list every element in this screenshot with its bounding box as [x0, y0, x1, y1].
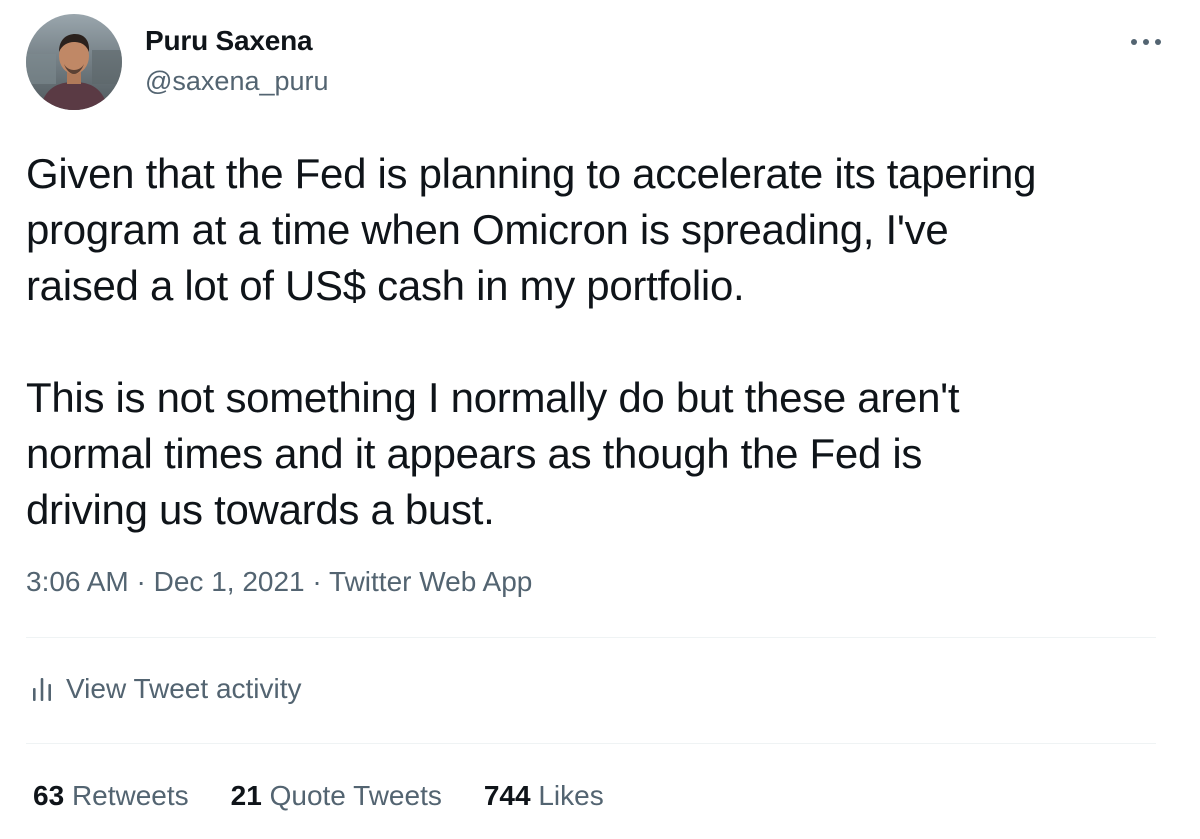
tweet-text-line: program at a time when Omicron is spread…: [26, 206, 949, 253]
tweet-time: 3:06 AM: [26, 566, 129, 597]
author-handle[interactable]: @saxena_puru: [145, 66, 329, 97]
tweet-detail: Puru Saxena @saxena_puru Given that the …: [0, 0, 1200, 839]
avatar[interactable]: [26, 14, 122, 110]
divider: [26, 637, 1156, 638]
divider: [26, 743, 1156, 744]
more-horizontal-icon: [1130, 38, 1162, 46]
tweet-source-link[interactable]: Twitter Web App: [329, 566, 532, 597]
retweets-stat[interactable]: 63 Retweets: [33, 780, 189, 812]
likes-stat[interactable]: 744 Likes: [484, 780, 604, 812]
engagement-stats: 63 Retweets 21 Quote Tweets 744 Likes: [33, 780, 604, 812]
tweet-time-link[interactable]: 3:06 AM · Dec 1, 2021: [26, 566, 305, 597]
quote-tweets-stat[interactable]: 21 Quote Tweets: [231, 780, 442, 812]
author-display-name[interactable]: Puru Saxena: [145, 25, 313, 57]
quote-tweets-label: Quote Tweets: [269, 780, 442, 811]
meta-separator: ·: [128, 566, 154, 597]
profile-photo-icon: [26, 14, 122, 110]
more-options-button[interactable]: [1124, 22, 1168, 62]
tweet-date: Dec 1, 2021: [153, 566, 305, 597]
tweet-text: Given that the Fed is planning to accele…: [26, 146, 1176, 538]
view-tweet-activity-link[interactable]: View Tweet activity: [32, 673, 302, 705]
meta-separator: ·: [304, 566, 330, 597]
view-tweet-activity-label: View Tweet activity: [66, 673, 302, 704]
retweets-count: 63: [33, 780, 65, 811]
tweet-text-line: raised a lot of US$ cash in my portfolio…: [26, 262, 745, 309]
tweet-text-line: This is not something I normally do but …: [26, 374, 960, 421]
retweets-label: Retweets: [71, 780, 189, 811]
bar-chart-icon: [32, 676, 52, 702]
tweet-meta: 3:06 AM · Dec 1, 2021 · Twitter Web App: [26, 566, 532, 598]
likes-count: 744: [483, 780, 531, 811]
tweet-text-line: normal times and it appears as though th…: [26, 430, 923, 477]
tweet-text-line: driving us towards a bust.: [26, 486, 495, 533]
quote-tweets-count: 21: [230, 780, 262, 811]
likes-label: Likes: [538, 780, 604, 811]
tweet-text-line: Given that the Fed is planning to accele…: [26, 150, 1037, 197]
